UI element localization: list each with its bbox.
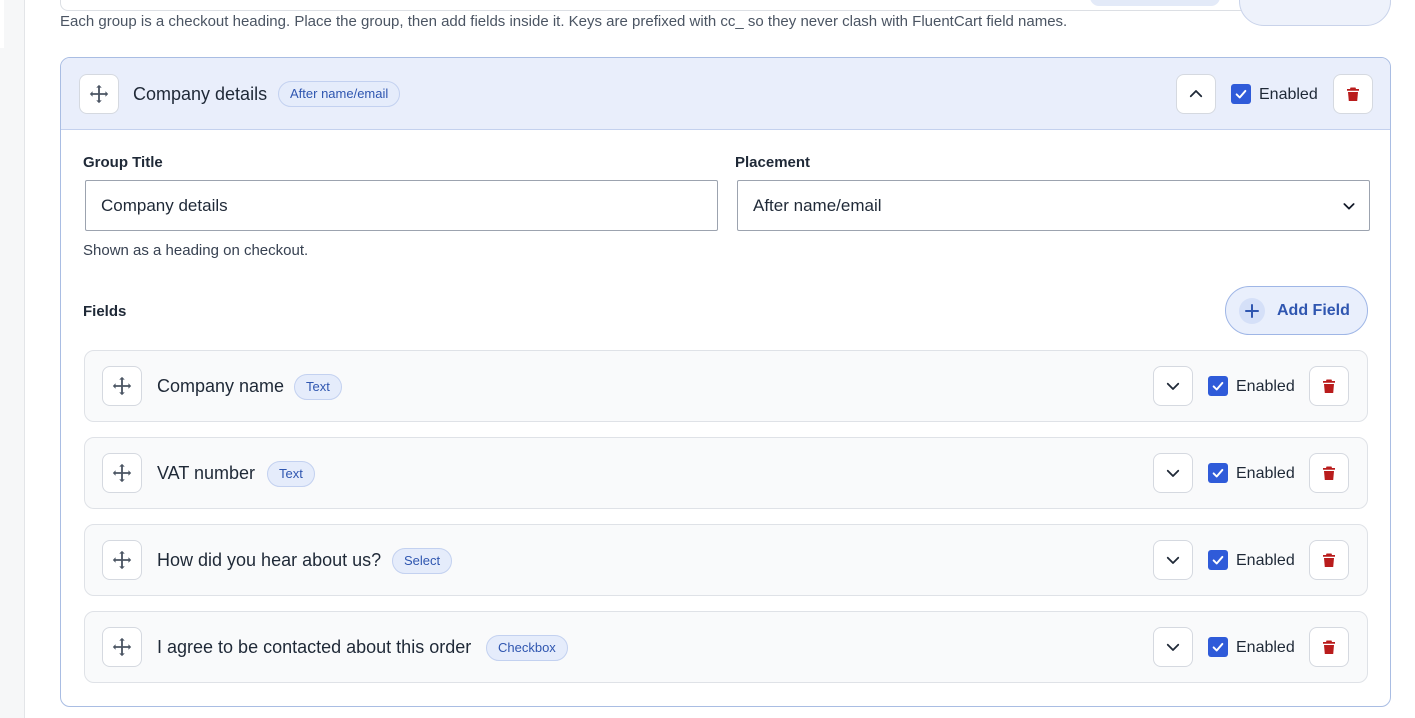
field-type-badge: Select: [392, 548, 453, 574]
add-field-button[interactable]: Add Field: [1225, 286, 1368, 335]
plus-icon: [1239, 297, 1265, 324]
expand-field-button[interactable]: [1153, 366, 1193, 406]
left-rail: [0, 0, 25, 718]
field-title: Company name: [157, 376, 285, 396]
field-title: How did you hear about us?: [157, 550, 382, 570]
field-drag-handle[interactable]: [102, 627, 142, 667]
expand-field-button[interactable]: [1153, 627, 1193, 667]
delete-group-button[interactable]: [1333, 74, 1373, 114]
chevron-up-icon: [1189, 90, 1203, 98]
collapse-group-button[interactable]: [1176, 74, 1216, 114]
field-row: Company name Text Enabled: [84, 350, 1368, 422]
field-enabled-label: Enabled: [1236, 552, 1295, 569]
field-type-badge: Checkbox: [486, 635, 568, 661]
field-drag-handle[interactable]: [102, 453, 142, 493]
move-handle-icon: [112, 376, 132, 396]
field-enabled-checkbox[interactable]: [1208, 550, 1228, 570]
delete-field-button[interactable]: [1309, 540, 1349, 580]
checkmark-icon: [1235, 89, 1247, 99]
trash-icon: [1347, 87, 1359, 101]
field-title: I agree to be contacted about this order: [157, 637, 472, 657]
field-row: VAT number Text Enabled: [84, 437, 1368, 509]
group-drag-handle[interactable]: [79, 74, 119, 114]
field-title: VAT number: [157, 463, 256, 483]
expand-field-button[interactable]: [1153, 453, 1193, 493]
delete-field-button[interactable]: [1309, 366, 1349, 406]
move-handle-icon: [112, 550, 132, 570]
delete-field-button[interactable]: [1309, 453, 1349, 493]
help-text: Each group is a checkout heading. Place …: [60, 13, 1068, 30]
chevron-down-icon: [1166, 643, 1180, 651]
group-title: Company details: [133, 84, 268, 104]
group-title-label: Group Title: [83, 154, 163, 171]
field-enabled-label: Enabled: [1236, 378, 1295, 395]
trash-icon: [1323, 553, 1335, 567]
placement-badge: After name/email: [278, 81, 401, 107]
chevron-down-icon: [1166, 382, 1180, 390]
field-enabled-checkbox[interactable]: [1208, 637, 1228, 657]
checkmark-icon: [1212, 381, 1224, 391]
previous-card-button[interactable]: [1239, 0, 1391, 26]
field-type-badge: Text: [267, 461, 315, 487]
group-header: Company details After name/email Enabled: [61, 58, 1390, 130]
field-enabled-label: Enabled: [1236, 639, 1295, 656]
expand-field-button[interactable]: [1153, 540, 1193, 580]
field-drag-handle[interactable]: [102, 540, 142, 580]
group-enabled-label: Enabled: [1259, 86, 1318, 103]
move-handle-icon: [112, 637, 132, 657]
checkmark-icon: [1212, 642, 1224, 652]
field-drag-handle[interactable]: [102, 366, 142, 406]
field-enabled-label: Enabled: [1236, 465, 1295, 482]
left-rail-notch: [0, 0, 4, 48]
group-card: Company details After name/email Enabled: [60, 57, 1391, 707]
checkmark-icon: [1212, 555, 1224, 565]
group-enabled-checkbox[interactable]: [1231, 84, 1251, 104]
delete-field-button[interactable]: [1309, 627, 1349, 667]
field-row: I agree to be contacted about this order…: [84, 611, 1368, 683]
content-area: Each group is a checkout heading. Place …: [25, 0, 1415, 718]
checkmark-icon: [1212, 468, 1224, 478]
trash-icon: [1323, 379, 1335, 393]
field-enabled-checkbox[interactable]: [1208, 376, 1228, 396]
field-type-badge: Text: [294, 374, 342, 400]
chevron-down-icon: [1343, 203, 1355, 210]
move-handle-icon: [112, 463, 132, 483]
placement-label: Placement: [735, 154, 811, 171]
add-field-label: Add Field: [1277, 301, 1350, 319]
group-title-hint: Shown as a heading on checkout.: [83, 242, 309, 259]
field-enabled-checkbox[interactable]: [1208, 463, 1228, 483]
chevron-down-icon: [1166, 556, 1180, 564]
placement-select[interactable]: After name/email: [737, 180, 1370, 231]
previous-card-shadow: [1090, 0, 1220, 6]
chevron-down-icon: [1166, 469, 1180, 477]
field-row: How did you hear about us? Select Enable…: [84, 524, 1368, 596]
placement-select-value: After name/email: [753, 196, 882, 215]
fields-label: Fields: [83, 303, 127, 320]
move-handle-icon: [89, 84, 109, 104]
trash-icon: [1323, 466, 1335, 480]
group-title-input[interactable]: Company details: [85, 180, 718, 231]
trash-icon: [1323, 640, 1335, 654]
